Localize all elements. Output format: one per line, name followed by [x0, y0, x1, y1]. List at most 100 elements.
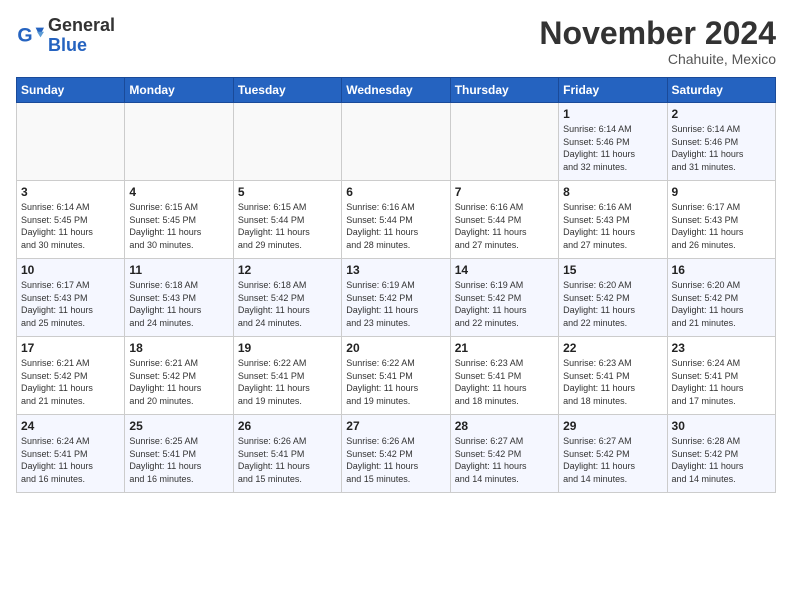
header-tuesday: Tuesday: [233, 78, 341, 103]
location: Chahuite, Mexico: [539, 51, 776, 67]
day-info: Sunrise: 6:19 AMSunset: 5:42 PMDaylight:…: [346, 279, 445, 329]
calendar-cell: 23Sunrise: 6:24 AMSunset: 5:41 PMDayligh…: [667, 337, 775, 415]
day-info: Sunrise: 6:18 AMSunset: 5:42 PMDaylight:…: [238, 279, 337, 329]
header-sunday: Sunday: [17, 78, 125, 103]
day-info: Sunrise: 6:14 AMSunset: 5:45 PMDaylight:…: [21, 201, 120, 251]
day-number: 29: [563, 419, 662, 433]
day-number: 6: [346, 185, 445, 199]
day-number: 4: [129, 185, 228, 199]
day-number: 23: [672, 341, 771, 355]
calendar-cell: 30 Sunrise: 6:28 AMSunset: 5:42 PMDayligh…: [667, 415, 775, 493]
calendar-cell: [450, 103, 558, 181]
calendar-cell: 12 Sunrise: 6:18 AMSunset: 5:42 PMDayligh…: [233, 259, 341, 337]
calendar-week-4: 17 Sunrise: 6:21 AMSunset: 5:42 PMDayligh…: [17, 337, 776, 415]
day-info: Sunrise: 6:22 AMSunset: 5:41 PMDaylight:…: [346, 357, 445, 407]
calendar-cell: 29Sunrise: 6:27 AMSunset: 5:42 PMDayligh…: [559, 415, 667, 493]
day-number: 13: [346, 263, 445, 277]
logo-icon: G: [16, 22, 44, 50]
calendar-cell: 9 Sunrise: 6:17 AMSunset: 5:43 PMDaylight…: [667, 181, 775, 259]
calendar-cell: [342, 103, 450, 181]
day-info: Sunrise: 6:15 AMSunset: 5:44 PMDaylight:…: [238, 201, 337, 251]
calendar-cell: 6 Sunrise: 6:16 AMSunset: 5:44 PMDaylight…: [342, 181, 450, 259]
day-number: 9: [672, 185, 771, 199]
calendar-cell: 21 Sunrise: 6:23 AMSunset: 5:41 PMDayligh…: [450, 337, 558, 415]
calendar-cell: 7Sunrise: 6:16 AMSunset: 5:44 PMDaylight…: [450, 181, 558, 259]
day-number: 16: [672, 263, 771, 277]
logo-blue: Blue: [48, 36, 115, 56]
page: G General Blue November 2024 Chahuite, M…: [0, 0, 792, 612]
calendar-cell: 19 Sunrise: 6:22 AMSunset: 5:41 PMDayligh…: [233, 337, 341, 415]
day-info: Sunrise: 6:26 AMSunset: 5:41 PMDaylight:…: [238, 435, 337, 485]
day-info: Sunrise: 6:17 AMSunset: 5:43 PMDaylight:…: [21, 279, 120, 329]
svg-text:G: G: [17, 24, 32, 46]
day-number: 21: [455, 341, 554, 355]
day-info: Sunrise: 6:20 AMSunset: 5:42 PMDaylight:…: [563, 279, 662, 329]
day-number: 15: [563, 263, 662, 277]
day-number: 12: [238, 263, 337, 277]
day-number: 20: [346, 341, 445, 355]
header-friday: Friday: [559, 78, 667, 103]
calendar-cell: 5 Sunrise: 6:15 AMSunset: 5:44 PMDaylight…: [233, 181, 341, 259]
header-wednesday: Wednesday: [342, 78, 450, 103]
day-info: Sunrise: 6:21 AMSunset: 5:42 PMDaylight:…: [21, 357, 120, 407]
logo: G General Blue: [16, 16, 115, 56]
day-number: 3: [21, 185, 120, 199]
calendar-cell: 25Sunrise: 6:25 AMSunset: 5:41 PMDayligh…: [125, 415, 233, 493]
day-info: Sunrise: 6:22 AMSunset: 5:41 PMDaylight:…: [238, 357, 337, 407]
day-info: Sunrise: 6:26 AMSunset: 5:42 PMDaylight:…: [346, 435, 445, 485]
day-info: Sunrise: 6:23 AMSunset: 5:41 PMDaylight:…: [455, 357, 554, 407]
day-number: 10: [21, 263, 120, 277]
calendar-cell: [17, 103, 125, 181]
day-info: Sunrise: 6:21 AMSunset: 5:42 PMDaylight:…: [129, 357, 228, 407]
calendar-header-row: Sunday Monday Tuesday Wednesday Thursday…: [17, 78, 776, 103]
calendar-week-1: 1Sunrise: 6:14 AMSunset: 5:46 PMDaylight…: [17, 103, 776, 181]
calendar-cell: [233, 103, 341, 181]
day-info: Sunrise: 6:16 AMSunset: 5:43 PMDaylight:…: [563, 201, 662, 251]
calendar-cell: 22 Sunrise: 6:23 AMSunset: 5:41 PMDayligh…: [559, 337, 667, 415]
calendar-cell: 17 Sunrise: 6:21 AMSunset: 5:42 PMDayligh…: [17, 337, 125, 415]
day-number: 5: [238, 185, 337, 199]
calendar-cell: 4 Sunrise: 6:15 AMSunset: 5:45 PMDaylight…: [125, 181, 233, 259]
title-block: November 2024 Chahuite, Mexico: [539, 16, 776, 67]
logo-general: General: [48, 16, 115, 36]
header-saturday: Saturday: [667, 78, 775, 103]
day-number: 14: [455, 263, 554, 277]
calendar-cell: 8 Sunrise: 6:16 AMSunset: 5:43 PMDaylight…: [559, 181, 667, 259]
day-number: 19: [238, 341, 337, 355]
calendar-cell: 14 Sunrise: 6:19 AMSunset: 5:42 PMDayligh…: [450, 259, 558, 337]
day-info: Sunrise: 6:24 AMSunset: 5:41 PMDaylight:…: [21, 435, 120, 485]
calendar-cell: 2Sunrise: 6:14 AMSunset: 5:46 PMDaylight…: [667, 103, 775, 181]
day-info: Sunrise: 6:15 AMSunset: 5:45 PMDaylight:…: [129, 201, 228, 251]
header-monday: Monday: [125, 78, 233, 103]
day-number: 18: [129, 341, 228, 355]
day-number: 28: [455, 419, 554, 433]
calendar-cell: 18 Sunrise: 6:21 AMSunset: 5:42 PMDayligh…: [125, 337, 233, 415]
day-info: Sunrise: 6:28 AMSunset: 5:42 PMDaylight:…: [672, 435, 771, 485]
day-info: Sunrise: 6:18 AMSunset: 5:43 PMDaylight:…: [129, 279, 228, 329]
day-info: Sunrise: 6:20 AMSunset: 5:42 PMDaylight:…: [672, 279, 771, 329]
day-number: 22: [563, 341, 662, 355]
day-number: 8: [563, 185, 662, 199]
day-info: Sunrise: 6:16 AMSunset: 5:44 PMDaylight:…: [346, 201, 445, 251]
calendar-cell: 20 Sunrise: 6:22 AMSunset: 5:41 PMDayligh…: [342, 337, 450, 415]
month-title: November 2024: [539, 16, 776, 51]
calendar-cell: 24Sunrise: 6:24 AMSunset: 5:41 PMDayligh…: [17, 415, 125, 493]
day-info: Sunrise: 6:17 AMSunset: 5:43 PMDaylight:…: [672, 201, 771, 251]
calendar-week-3: 10 Sunrise: 6:17 AMSunset: 5:43 PMDayligh…: [17, 259, 776, 337]
calendar-cell: 11Sunrise: 6:18 AMSunset: 5:43 PMDayligh…: [125, 259, 233, 337]
day-info: Sunrise: 6:16 AMSunset: 5:44 PMDaylight:…: [455, 201, 554, 251]
day-info: Sunrise: 6:25 AMSunset: 5:41 PMDaylight:…: [129, 435, 228, 485]
calendar-cell: 1Sunrise: 6:14 AMSunset: 5:46 PMDaylight…: [559, 103, 667, 181]
calendar-cell: 15 Sunrise: 6:20 AMSunset: 5:42 PMDayligh…: [559, 259, 667, 337]
calendar-cell: 27 Sunrise: 6:26 AMSunset: 5:42 PMDayligh…: [342, 415, 450, 493]
day-info: Sunrise: 6:19 AMSunset: 5:42 PMDaylight:…: [455, 279, 554, 329]
day-number: 27: [346, 419, 445, 433]
day-info: Sunrise: 6:23 AMSunset: 5:41 PMDaylight:…: [563, 357, 662, 407]
calendar-cell: 13 Sunrise: 6:19 AMSunset: 5:42 PMDayligh…: [342, 259, 450, 337]
day-number: 30: [672, 419, 771, 433]
calendar-cell: 3 Sunrise: 6:14 AMSunset: 5:45 PMDaylight…: [17, 181, 125, 259]
day-number: 17: [21, 341, 120, 355]
calendar-cell: 26 Sunrise: 6:26 AMSunset: 5:41 PMDayligh…: [233, 415, 341, 493]
day-number: 26: [238, 419, 337, 433]
calendar-week-5: 24Sunrise: 6:24 AMSunset: 5:41 PMDayligh…: [17, 415, 776, 493]
